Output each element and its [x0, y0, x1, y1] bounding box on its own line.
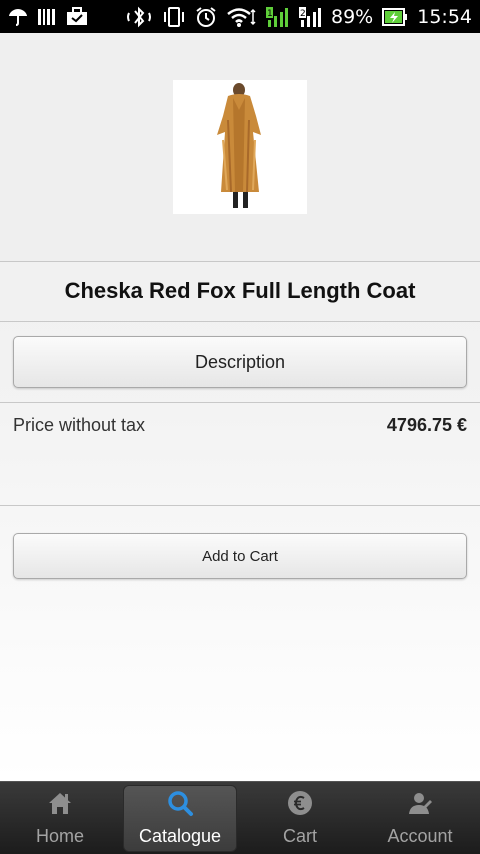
tab-catalogue[interactable]: Catalogue — [120, 782, 240, 854]
product-title: Cheska Red Fox Full Length Coat — [0, 262, 480, 320]
battery-charging-icon — [382, 6, 408, 28]
tab-catalogue-label: Catalogue — [138, 826, 222, 846]
tab-account-label: Account — [387, 826, 453, 846]
svg-text:1: 1 — [267, 9, 273, 19]
bluetooth-icon — [125, 6, 153, 28]
tab-account[interactable]: Account — [360, 782, 480, 854]
price-label: Price without tax — [13, 415, 146, 435]
home-icon — [45, 788, 75, 818]
status-bar-right: 1 2 89% 15:54 — [125, 6, 472, 28]
svg-text:2: 2 — [300, 9, 306, 19]
fur-coat-illustration — [217, 83, 261, 208]
battery-percent: 89% — [331, 5, 374, 28]
product-image-area — [0, 33, 480, 261]
price-row: Price without tax 4796.75 € — [13, 415, 467, 436]
product-image[interactable] — [173, 80, 307, 214]
account-icon — [405, 788, 435, 818]
divider — [0, 321, 480, 322]
status-bar-left — [8, 6, 88, 27]
tab-cart-label: Cart — [282, 826, 317, 846]
divider — [0, 505, 480, 506]
product-detail-page: Cheska Red Fox Full Length Coat Descript… — [0, 33, 480, 781]
description-button[interactable]: Description — [13, 336, 467, 388]
add-to-cart-button[interactable]: Add to Cart — [13, 533, 467, 579]
vibrate-icon — [162, 6, 186, 28]
signal-icon-2: 2 — [298, 6, 322, 28]
alarm-icon — [195, 6, 217, 28]
price-value: 4796.75 € — [386, 415, 467, 435]
status-bar: 1 2 89% 15:54 — [0, 0, 480, 33]
tab-cart[interactable]: Cart — [240, 782, 360, 854]
divider — [0, 402, 480, 403]
tab-home[interactable]: Home — [0, 782, 120, 854]
search-icon — [165, 788, 195, 818]
signal-icon-1: 1 — [265, 6, 289, 28]
briefcase-icon — [66, 6, 88, 27]
bottom-tab-bar: Home Catalogue Cart Account — [0, 781, 480, 854]
umbrella-icon — [8, 7, 28, 27]
barcode-icon — [37, 7, 57, 27]
euro-icon — [285, 788, 315, 818]
wifi-icon — [226, 6, 256, 28]
tab-home-label: Home — [35, 826, 84, 846]
clock: 15:54 — [417, 5, 472, 28]
